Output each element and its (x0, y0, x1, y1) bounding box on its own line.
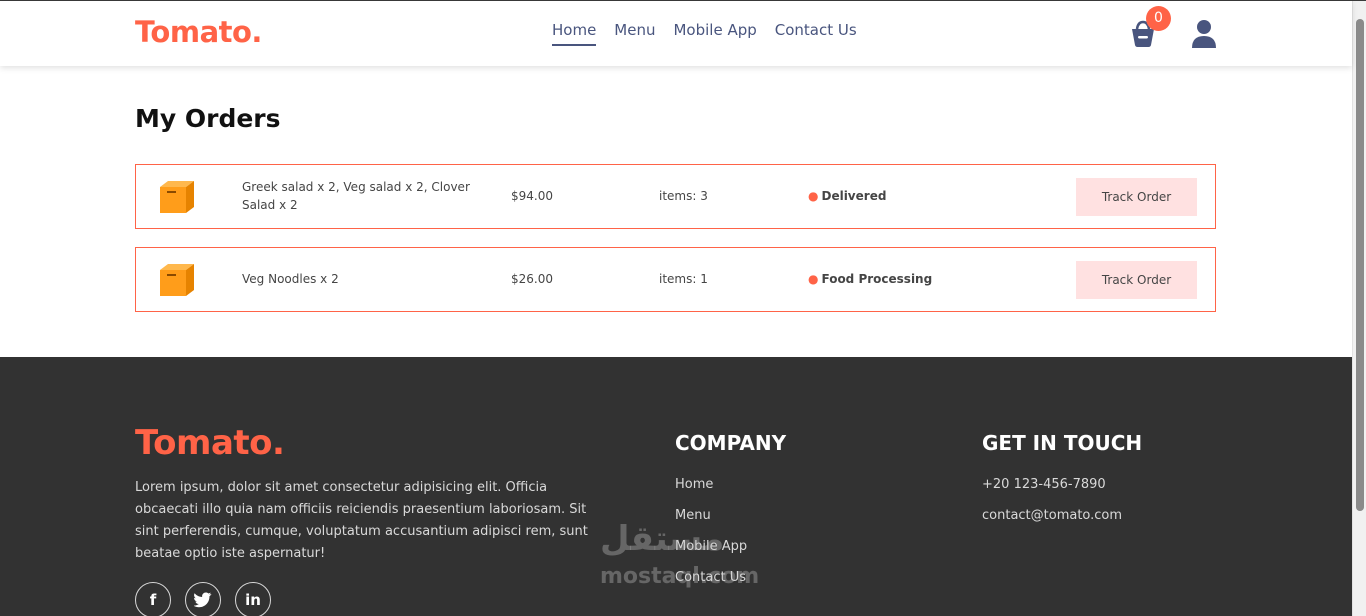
scrollbar-thumb[interactable] (1356, 19, 1364, 511)
footer-phone: +20 123-456-7890 (982, 477, 1106, 492)
order-item-count: items: 1 (659, 272, 708, 286)
watermark-latin: mostaql.com (600, 564, 760, 589)
social-links: f in (135, 582, 271, 616)
facebook-icon[interactable]: f (135, 582, 171, 616)
parcel-icon (160, 181, 194, 213)
track-order-button[interactable]: Track Order (1076, 178, 1197, 216)
order-status: ● Food Processing (808, 272, 932, 286)
parcel-icon (160, 264, 194, 296)
watermark: مستقل mostaql.com (600, 520, 759, 596)
order-items: Veg Noodles x 2 (242, 272, 339, 286)
scrollbar[interactable] (1352, 1, 1366, 616)
navbar: Tomato. Home Menu Mobile App Contact Us … (0, 1, 1352, 66)
order-amount: $26.00 (511, 272, 553, 286)
footer-company-title: COMPANY (675, 431, 787, 455)
cart-count-badge: 0 (1146, 6, 1171, 31)
nav-link-contact-us[interactable]: Contact Us (775, 21, 857, 46)
footer-link-home[interactable]: Home (675, 477, 747, 508)
status-dot: ● (808, 189, 819, 203)
footer-description: Lorem ipsum, dolor sit amet consectetur … (135, 480, 588, 561)
nav-menu: Home Menu Mobile App Contact Us (552, 21, 857, 46)
nav-link-mobile-app[interactable]: Mobile App (673, 21, 756, 46)
track-order-button[interactable]: Track Order (1076, 261, 1197, 299)
watermark-arabic: مستقل (600, 519, 725, 559)
brand-logo[interactable]: Tomato. (135, 15, 262, 49)
order-card: Veg Noodles x 2 $26.00 items: 1 ● Food Pr… (135, 247, 1216, 312)
order-items: Greek salad x 2, Veg salad x 2, Clover S… (242, 180, 470, 212)
footer-logo: Tomato. (135, 423, 285, 463)
order-status-text: Food Processing (821, 272, 933, 286)
footer-contact-list: +20 123-456-7890 contact@tomato.com (982, 477, 1122, 539)
order-status: ● Delivered (808, 189, 886, 203)
nav-link-menu[interactable]: Menu (614, 21, 655, 46)
linkedin-icon[interactable]: in (235, 582, 271, 616)
order-card: Greek salad x 2, Veg salad x 2, Clover S… (135, 164, 1216, 229)
twitter-icon[interactable] (185, 582, 221, 616)
footer-contact-title: GET IN TOUCH (982, 431, 1143, 455)
user-icon[interactable] (1190, 18, 1218, 50)
page-title: My Orders (135, 104, 281, 133)
order-item-count: items: 3 (659, 189, 708, 203)
order-amount: $94.00 (511, 189, 553, 203)
status-dot: ● (808, 272, 819, 286)
nav-link-home[interactable]: Home (552, 21, 597, 46)
order-status-text: Delivered (821, 189, 887, 203)
footer-email: contact@tomato.com (982, 508, 1123, 523)
